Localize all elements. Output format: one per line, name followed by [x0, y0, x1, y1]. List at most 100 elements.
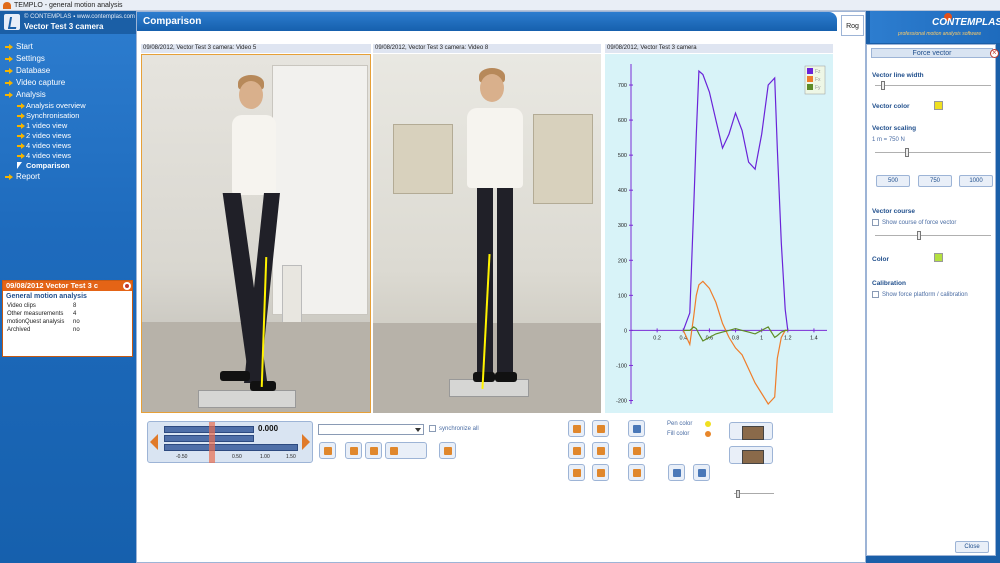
line-tool-button[interactable] [592, 420, 609, 437]
line-width-slider[interactable] [875, 81, 991, 90]
force-vector-panel: Force vector Vector line width Vector co… [866, 44, 999, 556]
grid-tool-button[interactable] [628, 420, 645, 437]
close-icon[interactable] [990, 48, 999, 58]
show-calibration-checkbox[interactable]: Show force platform / calibration [872, 291, 968, 298]
tab-rog[interactable]: Rog [841, 15, 864, 36]
angle-tool-button[interactable] [628, 464, 645, 481]
window-title: TEMPLO - general motion analysis [14, 2, 123, 9]
window-title-bar: TEMPLO - general motion analysis [0, 0, 1000, 11]
series-line-fx [682, 280, 788, 405]
subject-person [453, 68, 533, 388]
add-marker-button[interactable] [439, 442, 456, 459]
video-screen-button[interactable] [729, 446, 773, 464]
chevron-down-icon [415, 428, 421, 432]
arrow-right-icon [17, 123, 25, 129]
synchronize-all-checkbox[interactable]: synchronize all [429, 425, 479, 432]
scale-500-button[interactable]: 500 [876, 175, 910, 187]
nav-item-4-video-views[interactable]: 4 video views [0, 141, 137, 151]
pen-tool-button[interactable] [568, 420, 585, 437]
video-overlay-button[interactable] [729, 422, 773, 440]
course-slider[interactable] [875, 231, 991, 240]
zoom-tool-button[interactable] [319, 442, 336, 459]
info-row-motionquest: motionQuest analysis no [7, 319, 80, 325]
nav-item-4-video-views-alt[interactable]: 4 video views [0, 151, 137, 161]
brand-copyright: © CONTEMPLAS ▪ www.contemplas.com [24, 14, 135, 20]
legend-swatch-fz [807, 68, 813, 74]
timeline-next-icon[interactable] [302, 434, 310, 450]
opacity-slider[interactable] [734, 490, 774, 498]
distance-tool-button[interactable] [628, 442, 645, 459]
video-view-2[interactable] [373, 54, 601, 413]
arrow-right-icon [17, 143, 25, 149]
force-chart: 7006005004003002001000-100-2000.2 0.4 0.6 0… [616, 64, 827, 405]
fill-color-swatch[interactable] [705, 431, 711, 437]
nav-item-1-video-view[interactable]: 1 video view [0, 121, 137, 131]
timeline-prev-icon[interactable] [150, 434, 158, 450]
show-course-checkbox[interactable]: Show course of force vector [872, 219, 956, 226]
y-tick-label: 600 [618, 118, 627, 124]
rectangle-tool-button[interactable] [568, 442, 585, 459]
left-navigation-panel: © CONTEMPLAS ▪ www.contemplas.com Vector… [0, 11, 137, 563]
x-tick-label: 0.8 [732, 335, 740, 341]
video-view-2-caption: 09/08/2012, Vector Test 3 camera: Video … [373, 44, 601, 53]
walk-tool-button[interactable] [365, 442, 382, 459]
video-export-button[interactable] [693, 464, 710, 481]
jump-start-button[interactable] [345, 442, 362, 459]
crosshair-tool-button[interactable] [568, 464, 585, 481]
frame-markers-button[interactable] [385, 442, 427, 459]
nav-item-settings[interactable]: Settings [0, 53, 137, 65]
nav-item-synchronisation[interactable]: Synchronisation [0, 111, 137, 121]
arrow-right-icon [5, 44, 13, 50]
nav-item-video-capture[interactable]: Video capture [0, 77, 137, 89]
project-info-title: General motion analysis [6, 293, 87, 300]
project-name: Vector Test 3 camera [24, 22, 104, 31]
report-document-button[interactable] [668, 464, 685, 481]
main-panel: Comparison 09/08/2012, Vector Test 3 cam… [136, 11, 866, 563]
legend-label-fx: Fx [815, 77, 821, 83]
comparison-workspace: 09/08/2012, Vector Test 3 camera: Video … [137, 34, 865, 562]
nav-item-2-video-views[interactable]: 2 video views [0, 131, 137, 141]
legend-label-fy: Fy [815, 85, 821, 91]
nav-item-analysis-overview[interactable]: Analysis overview [0, 101, 137, 111]
y-tick-label: -200 [616, 398, 627, 404]
view-select-dropdown[interactable] [318, 424, 424, 435]
panel-title: Force vector [871, 48, 999, 58]
nav-item-report[interactable]: Report [0, 171, 137, 183]
arrow-right-icon [17, 103, 25, 109]
fill-color-label: Fill color [667, 431, 690, 437]
nav-item-analysis[interactable]: Analysis [0, 89, 137, 101]
info-row-video-clips: Video clips 8 [7, 303, 77, 309]
arrow-right-icon [5, 56, 13, 62]
project-status-icon[interactable] [123, 282, 131, 290]
timeline-control: 0.000 -0.50 0.50 1.00 1.50 [147, 421, 313, 463]
background-shelf-right [533, 114, 593, 204]
timeline-track-3[interactable] [164, 444, 298, 451]
y-tick-label: 700 [618, 83, 627, 89]
force-chart-view[interactable]: 700 600 500 400 300 200 100 0 -100 -200 0.2 0.4 0.6 0… [605, 54, 833, 413]
vector-color-swatch[interactable] [934, 101, 943, 110]
nav-item-start[interactable]: Start [0, 41, 137, 53]
pen-color-swatch[interactable] [705, 421, 711, 427]
scaling-slider[interactable] [875, 148, 991, 157]
nav-menu: Start Settings Database Video capture An… [0, 41, 137, 183]
arrow-right-icon [17, 113, 25, 119]
scaling-label: Vector scaling [872, 125, 917, 132]
y-tick-label: 200 [618, 258, 627, 264]
close-button[interactable]: Close [955, 541, 989, 553]
project-info-box: 09/08/2012 Vector Test 3 c General motio… [2, 280, 133, 357]
course-color-swatch[interactable] [934, 253, 943, 262]
chart-view-caption: 09/08/2012, Vector Test 3 camera [605, 44, 833, 53]
nav-item-comparison[interactable]: Comparison [0, 161, 137, 171]
video-view-1[interactable] [141, 54, 371, 413]
table-tool-button[interactable] [592, 464, 609, 481]
arrow-right-icon [17, 133, 25, 139]
curve-tool-button[interactable] [592, 442, 609, 459]
scale-1000-button[interactable]: 1000 [959, 175, 993, 187]
arrow-right-icon [5, 80, 13, 86]
project-info-header: 09/08/2012 Vector Test 3 c [3, 281, 132, 291]
scale-750-button[interactable]: 750 [918, 175, 952, 187]
nav-item-database[interactable]: Database [0, 65, 137, 77]
y-tick-label: -100 [616, 363, 627, 369]
arrow-right-icon [17, 153, 25, 159]
vector-color-label: Vector color [872, 103, 910, 110]
